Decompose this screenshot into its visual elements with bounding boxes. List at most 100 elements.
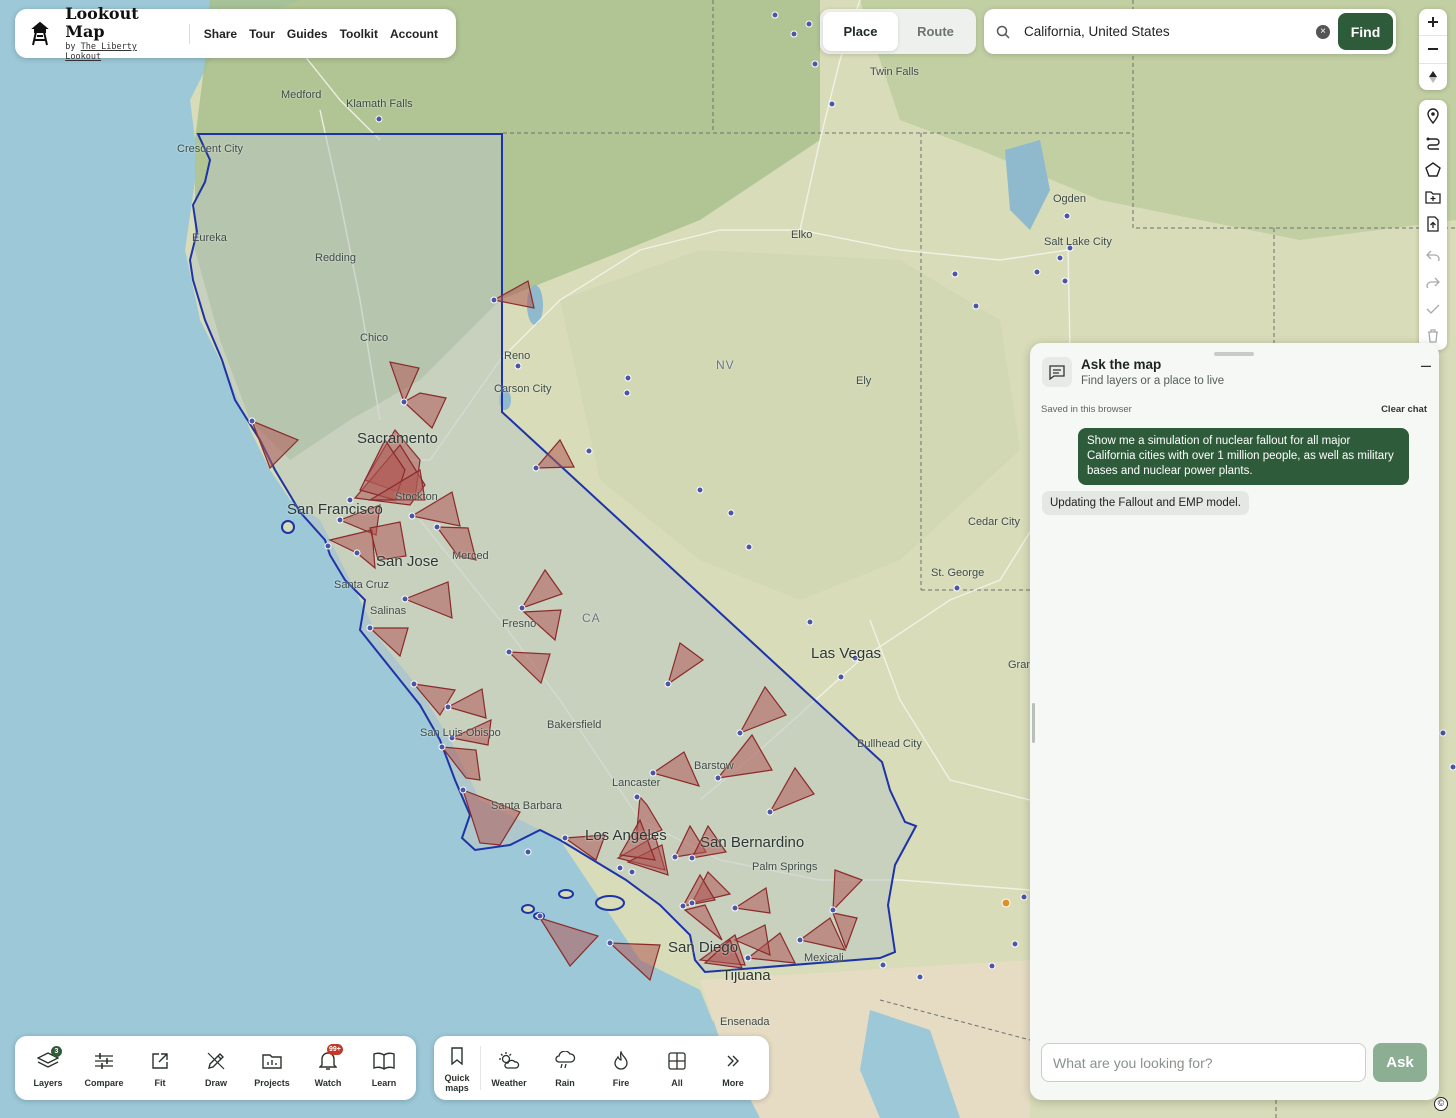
map-label-gran: Gran: [1008, 659, 1033, 671]
fit-label: Fit: [154, 1077, 166, 1088]
watch-button[interactable]: 99+ Watch: [300, 1043, 356, 1088]
file-upload-icon[interactable]: [1419, 210, 1447, 237]
flame-icon: [613, 1049, 629, 1073]
map-label-carson-city: Carson City: [494, 383, 552, 395]
all-label: All: [671, 1077, 683, 1088]
map-label-palm-springs: Palm Springs: [752, 861, 818, 873]
nav-toolkit[interactable]: Toolkit: [334, 27, 384, 41]
map-label-mexicali: Mexicali: [804, 952, 844, 964]
learn-button[interactable]: Learn: [356, 1049, 412, 1088]
map-label-tijuana: Tijuana: [722, 967, 771, 984]
user-message: Show me a simulation of nuclear fallout …: [1078, 428, 1409, 485]
draw-button[interactable]: Draw: [188, 1049, 244, 1088]
map-label-lancaster: Lancaster: [612, 777, 661, 789]
map-label-klamath-falls: Klamath Falls: [346, 98, 413, 110]
folder-icon: [262, 1049, 282, 1073]
more-label: More: [722, 1077, 744, 1088]
polygon-icon[interactable]: [1419, 156, 1447, 183]
sliders-icon: [94, 1049, 114, 1073]
map-label-medford: Medford: [281, 89, 322, 101]
chevrons-right-icon: [726, 1049, 740, 1073]
assistant-message: Updating the Fallout and EMP model.: [1042, 491, 1249, 515]
map-label-los-angeles: Los Angeles: [585, 827, 667, 844]
nav-divider: [188, 23, 190, 44]
map-label-eureka: Eureka: [192, 232, 227, 244]
panel-resize-handle[interactable]: [1032, 703, 1035, 743]
more-button[interactable]: More: [705, 1049, 761, 1088]
weather-label: Weather: [491, 1077, 527, 1088]
zoom-controls: [1419, 9, 1447, 90]
compare-label: Compare: [84, 1077, 124, 1088]
redo-icon[interactable]: [1419, 268, 1447, 295]
compare-button[interactable]: Compare: [76, 1049, 132, 1088]
map-label-ely: Ely: [856, 375, 872, 387]
map-label-chico: Chico: [360, 332, 389, 344]
fit-button[interactable]: Fit: [132, 1049, 188, 1088]
search-input[interactable]: [1024, 24, 1316, 39]
chat-title: Ask the map: [1081, 357, 1162, 372]
lookout-tower-icon[interactable]: [29, 21, 51, 47]
compass-icon[interactable]: [1419, 64, 1447, 90]
nav-share[interactable]: Share: [198, 27, 243, 41]
map-label-crescent-city: Crescent City: [177, 143, 244, 155]
map-label-state-nv: NV: [716, 358, 735, 372]
nav-tour[interactable]: Tour: [243, 27, 281, 41]
map-label-merced: Merced: [452, 550, 489, 562]
nav-account[interactable]: Account: [384, 27, 444, 41]
map-label-state-ca: CA: [582, 611, 601, 625]
learn-label: Learn: [371, 1077, 397, 1088]
map-label-redding: Redding: [315, 252, 356, 264]
draw-label: Draw: [204, 1077, 227, 1088]
brand-title: Lookout Map: [65, 4, 139, 41]
folder-add-icon[interactable]: [1419, 183, 1447, 210]
map-label-las-vegas: Las Vegas: [811, 645, 882, 662]
check-icon[interactable]: [1419, 295, 1447, 322]
brand-by: by: [65, 42, 76, 52]
clear-chat-button[interactable]: Clear chat: [1381, 404, 1427, 415]
map-label-elko: Elko: [791, 229, 813, 241]
clear-search-icon[interactable]: ×: [1316, 24, 1330, 39]
fire-label: Fire: [612, 1077, 630, 1088]
mode-route-button[interactable]: Route: [898, 12, 973, 51]
mode-place-button[interactable]: Place: [823, 12, 898, 51]
map-label-ogden: Ogden: [1053, 193, 1087, 205]
panel-drag-handle[interactable]: [1214, 352, 1254, 356]
route-icon[interactable]: [1419, 129, 1447, 156]
find-button[interactable]: Find: [1338, 13, 1393, 50]
brand-text[interactable]: Lookout Map by The Liberty Lookout: [65, 4, 175, 63]
layers-count-badge: 3: [51, 1045, 62, 1057]
weather-button[interactable]: Weather: [481, 1049, 537, 1088]
pin-icon[interactable]: [1419, 102, 1447, 129]
brand-by-link[interactable]: The Liberty Lookout: [65, 42, 137, 62]
fire-button[interactable]: Fire: [593, 1049, 649, 1088]
undo-icon[interactable]: [1419, 241, 1447, 268]
rain-label: Rain: [555, 1077, 575, 1088]
zoom-out-button[interactable]: [1419, 36, 1447, 64]
search-icon: [996, 25, 1010, 39]
zoom-in-button[interactable]: [1419, 9, 1447, 37]
layers-button[interactable]: 3 Layers: [20, 1045, 76, 1088]
rain-button[interactable]: Rain: [537, 1049, 593, 1088]
map-label-stockton: Stockton: [395, 491, 438, 503]
ask-button[interactable]: Ask: [1373, 1043, 1427, 1082]
all-button[interactable]: All: [649, 1049, 705, 1088]
chat-header: Ask the map Find layers or a place to li…: [1042, 357, 1427, 387]
attribution-icon[interactable]: ©: [1434, 1097, 1448, 1111]
map-label-cedar-city: Cedar City: [968, 516, 1020, 528]
map-label-salt-lake-city: Salt Lake City: [1044, 236, 1112, 248]
nav-guides[interactable]: Guides: [281, 27, 334, 41]
chat-subtitle: Find layers or a place to live: [1081, 375, 1225, 387]
map-label-salinas: Salinas: [370, 605, 407, 617]
map-label-san-francisco: San Francisco: [287, 501, 383, 518]
chat-input[interactable]: [1041, 1043, 1366, 1082]
pencil-icon: [206, 1049, 226, 1073]
quick-maps-button[interactable]: Quick maps: [434, 1044, 480, 1093]
map-label-san-luis-obispo: San Luis Obispo: [420, 727, 501, 739]
map-label-san-bernardino: San Bernardino: [700, 834, 805, 851]
layers-label: Layers: [33, 1077, 63, 1088]
map-label-ensenada: Ensenada: [720, 1016, 770, 1028]
map-label-barstow: Barstow: [694, 760, 734, 772]
sun-cloud-icon: [498, 1049, 520, 1073]
projects-button[interactable]: Projects: [244, 1049, 300, 1088]
minimize-icon[interactable]: –: [1421, 355, 1431, 376]
